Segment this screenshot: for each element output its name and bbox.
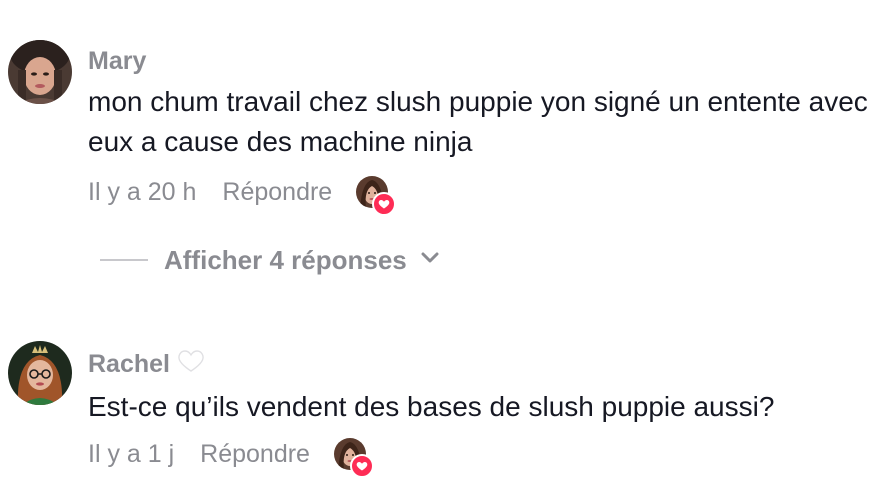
comment-timestamp: Il y a 20 h	[88, 177, 197, 206]
reply-button[interactable]: Répondre	[222, 178, 332, 207]
creator-liked-indicator	[333, 438, 374, 478]
comment-timestamp: Il y a 1 j	[88, 439, 175, 468]
username-text[interactable]: Rachel	[88, 350, 170, 379]
white-heart-icon	[178, 349, 204, 380]
comment-text: mon chum travail chez slush puppie yon s…	[88, 86, 868, 157]
view-replies-label: Afficher 4 réponses	[164, 244, 407, 275]
comment-text: Est-ce qu’ils vendent des bases de slush…	[88, 391, 775, 422]
divider-line	[100, 259, 148, 261]
view-replies-button[interactable]: Afficher 4 réponses	[100, 238, 439, 282]
comment-username: Rachel	[88, 349, 204, 380]
heart-icon	[349, 454, 374, 478]
comment-meta: Il y a 20 h Répondre	[88, 174, 397, 216]
comment-meta: Il y a 1 j Répondre	[88, 436, 374, 478]
reply-button[interactable]: Répondre	[200, 440, 310, 469]
avatar[interactable]	[8, 40, 72, 104]
heart-icon	[372, 192, 397, 216]
chevron-down-icon	[421, 251, 439, 269]
creator-liked-indicator	[356, 176, 397, 216]
avatar[interactable]	[8, 341, 72, 405]
comment-username[interactable]: Mary	[88, 47, 146, 76]
